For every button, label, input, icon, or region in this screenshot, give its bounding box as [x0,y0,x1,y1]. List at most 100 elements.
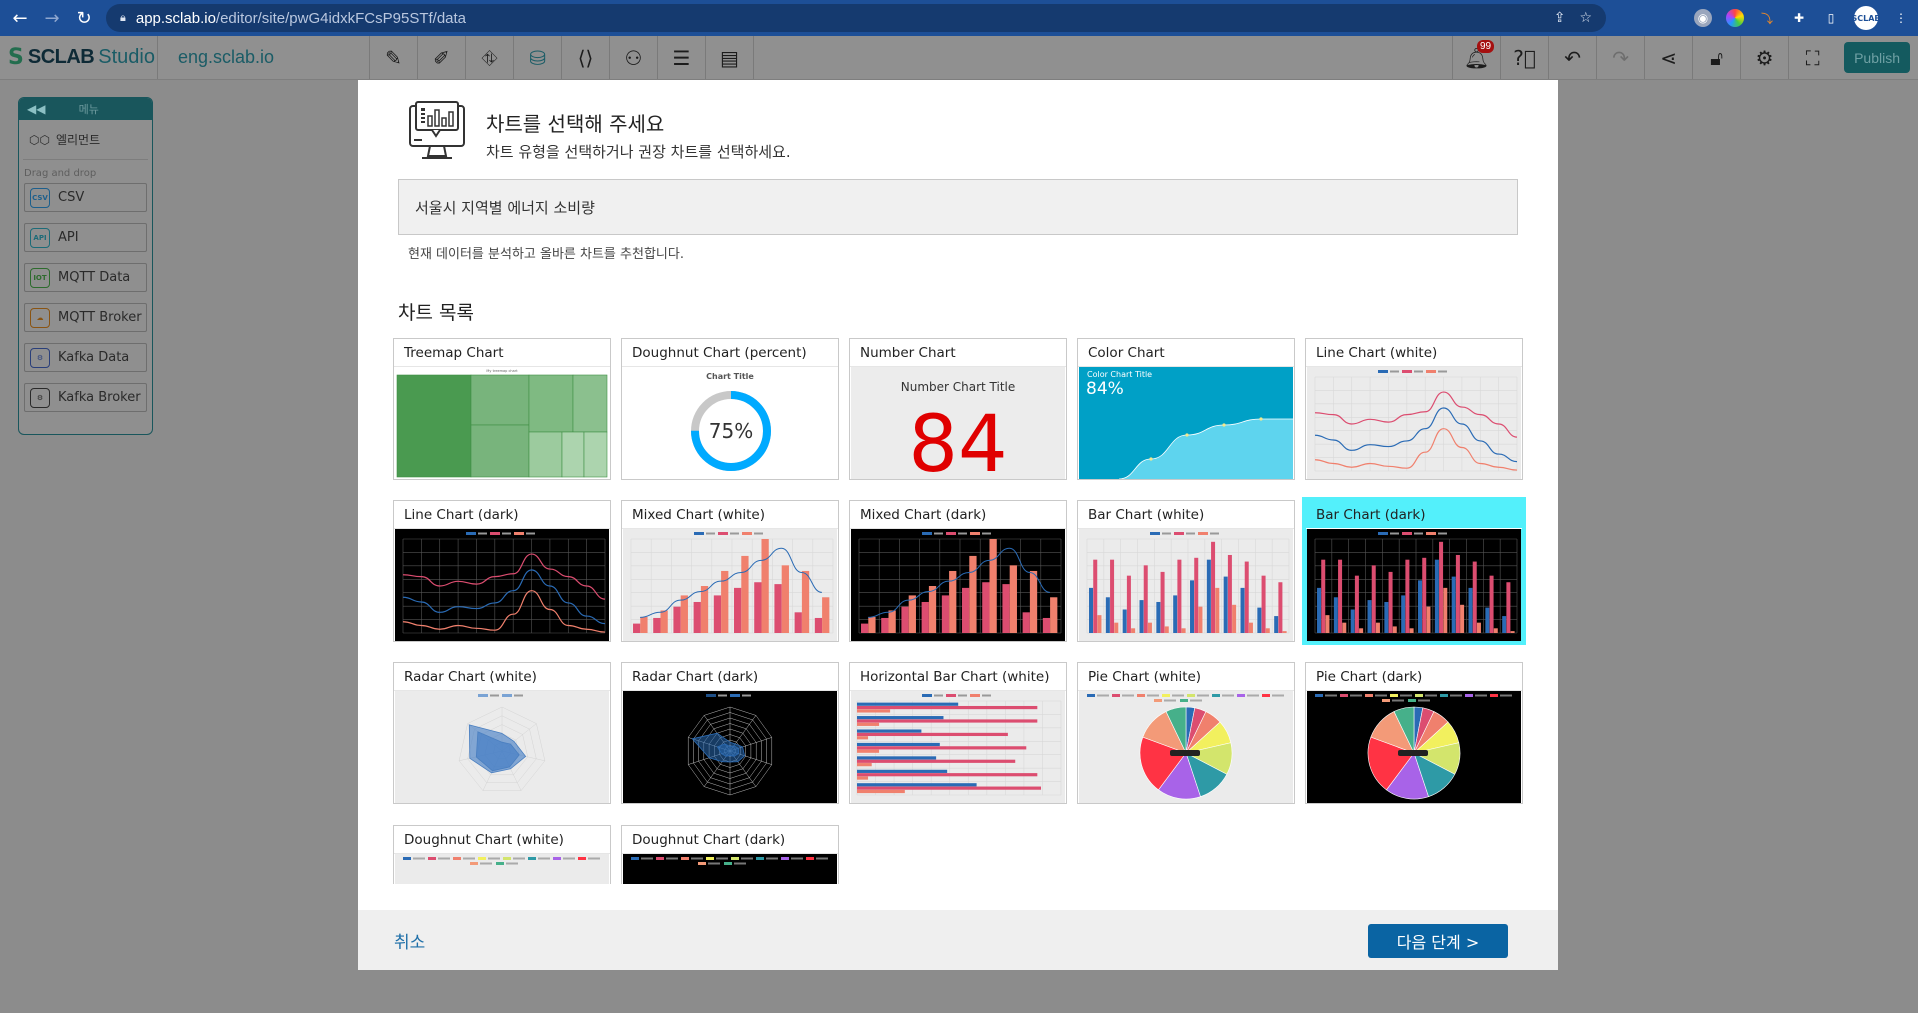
sidebar-item-mqtt-broker[interactable]: ☁ MQTT Broker [24,303,147,332]
legend-swatch [1490,694,1498,697]
chart-card-color-chart[interactable]: Color Chart Color Chart Title 84% [1077,338,1295,480]
chart-card-title: Treemap Chart [394,339,610,367]
legend-label [1190,699,1202,702]
bar [1493,628,1498,633]
sclab-logo[interactable]: S SCLAB Studio [0,36,158,79]
chart-card-pie-chart-white[interactable]: Pie Chart (white) [1077,662,1295,804]
address-bar[interactable]: 🔒︎ app.sclab.io/editor/site/pwG4idxkFCsP… [106,4,1606,32]
chart-card-doughnut-chart-percent[interactable]: Doughnut Chart (percent) Chart Title 75% [621,338,839,480]
chart-thumbnail [395,691,609,803]
chart-card-doughnut-chart-dark[interactable]: Doughnut Chart (dark) [621,825,839,884]
chart-preview [1079,529,1293,641]
forward-icon[interactable]: → [40,6,64,30]
users-icon[interactable]: ⚇ [610,36,658,79]
notification-bell-icon[interactable]: 🔔︎ 99 [1452,36,1500,79]
redo-icon[interactable]: ↷ [1596,36,1644,79]
bar [1274,616,1279,633]
sidebar-item-api[interactable]: API API [24,223,147,252]
bar [857,716,944,720]
sidebar-menu: ◀◀ 메뉴 ⬡⬡ 엘리먼트 Drag and drop CSV CSV API API… [18,97,153,435]
chart-card-radar-chart-white[interactable]: Radar Chart (white) [393,662,611,804]
treemap-cell [470,424,530,478]
code-icon[interactable]: ⟨⟩ [562,36,610,79]
share-page-icon[interactable]: ⇪ [1554,10,1566,26]
legend-swatch [1187,694,1195,697]
next-step-button[interactable]: 다음 단계 > [1368,924,1508,958]
share-icon[interactable]: ⋖ [1644,36,1692,79]
sidebar-item-csv[interactable]: CSV CSV [24,183,147,212]
publish-button[interactable]: Publish [1844,42,1910,73]
sidebar-item-kafka-data[interactable]: ⚙ Kafka Data [24,343,147,372]
profile-avatar[interactable]: SCLAB [1851,6,1881,30]
database-icon[interactable]: ⛁ [514,36,562,79]
chart-thumbnail: Color Chart Title 84% [1079,367,1293,479]
bar [1409,628,1414,633]
chart-card-bar-chart-dark[interactable]: Bar Chart (dark) [1305,500,1523,642]
legend-label [1350,694,1362,697]
bar [1194,557,1199,633]
chart-card-mixed-chart-white[interactable]: Mixed Chart (white) [621,500,839,642]
extensions-puzzle-icon[interactable]: ✚ [1790,9,1808,27]
chart-card-radar-chart-dark[interactable]: Radar Chart (dark) [621,662,839,804]
bar [1455,554,1460,633]
chart-card-line-chart-dark[interactable]: Line Chart (dark) [393,500,611,642]
lock-icon: 🔒︎ [120,11,126,24]
chart-card-doughnut-chart-white[interactable]: Doughnut Chart (white) [393,825,611,884]
sidebar-item-label: Kafka Data [58,350,130,365]
chart-preview [851,691,1065,803]
side-panel-icon[interactable]: ▯ [1822,9,1840,27]
thumb-title: My treemap chart [486,369,518,373]
sidebar-item-label: Kafka Broker [58,390,141,405]
card-icon[interactable]: ▤ [706,36,754,79]
bar [1350,609,1355,633]
data-point [1149,457,1153,461]
chart-card-line-chart-white[interactable]: Line Chart (white) [1305,338,1523,480]
map-icon[interactable]: ⛗ [466,36,514,79]
bar [734,587,742,633]
unlock-icon[interactable]: 🔓︎ [1692,36,1740,79]
reload-icon[interactable]: ↻ [72,6,96,30]
list-icon[interactable]: ☰ [658,36,706,79]
chart-card-mixed-chart-dark[interactable]: Mixed Chart (dark) [849,500,1067,642]
chart-preview: Chart Title 75% [623,367,837,479]
chart-card-horizontal-bar-chart-white[interactable]: Horizontal Bar Chart (white) [849,662,1067,804]
chart-card-number-chart[interactable]: Number Chart Number Chart Title 84 [849,338,1067,480]
bar [1333,597,1338,633]
sidebar-item-mqtt-data[interactable]: IOT MQTT Data [24,263,147,292]
sidebar-item-element[interactable]: ⬡⬡ 엘리먼트 [23,120,148,160]
browser-menu-icon[interactable]: ⋮ [1892,9,1910,27]
chart-card-pie-chart-dark[interactable]: Pie Chart (dark) [1305,662,1523,804]
cancel-button[interactable]: 취소 [394,928,425,953]
legend-label [463,857,475,860]
mobile-edit-icon[interactable]: ✐ [418,36,466,79]
bar [857,746,1027,750]
extension-camera-icon[interactable]: ◉ [1694,9,1712,27]
settings-gear-icon[interactable]: ⚙ [1740,36,1788,79]
chart-card-treemap-chart[interactable]: Treemap Chart My treemap chart [393,338,611,480]
fullscreen-icon[interactable]: ⛶ [1788,36,1836,79]
chart-preview [1307,529,1521,641]
bar [1160,571,1165,633]
bar [1002,584,1010,633]
undo-icon[interactable]: ↶ [1548,36,1596,79]
chart-card-title: Bar Chart (dark) [1306,501,1522,529]
legend-label [1186,532,1195,535]
legend-swatch [478,857,486,860]
back-icon[interactable]: ← [8,6,32,30]
extension-color-icon[interactable] [1726,9,1744,27]
chart-preview [395,529,609,641]
chart-preview [1307,367,1521,479]
chart-card-bar-chart-white[interactable]: Bar Chart (white) [1077,500,1295,642]
sidebar-item-kafka-broker[interactable]: ⚙ Kafka Broker [24,383,147,412]
browser-toolbar: ← → ↻ 🔒︎ app.sclab.io/editor/site/pwG4id… [0,0,1918,36]
bar [1240,587,1245,633]
legend-swatch [730,694,740,697]
collapse-icon[interactable]: ◀◀ [27,102,45,116]
legend-label [718,694,727,697]
site-name[interactable]: eng.sclab.io [158,36,370,79]
desktop-edit-icon[interactable]: ✎ [370,36,418,79]
bar [901,606,909,633]
bookmark-star-icon[interactable]: ☆ [1579,10,1592,26]
extension-arrow-icon[interactable]: ⤵ [1758,9,1776,27]
help-icon[interactable]: ?⃝ [1500,36,1548,79]
